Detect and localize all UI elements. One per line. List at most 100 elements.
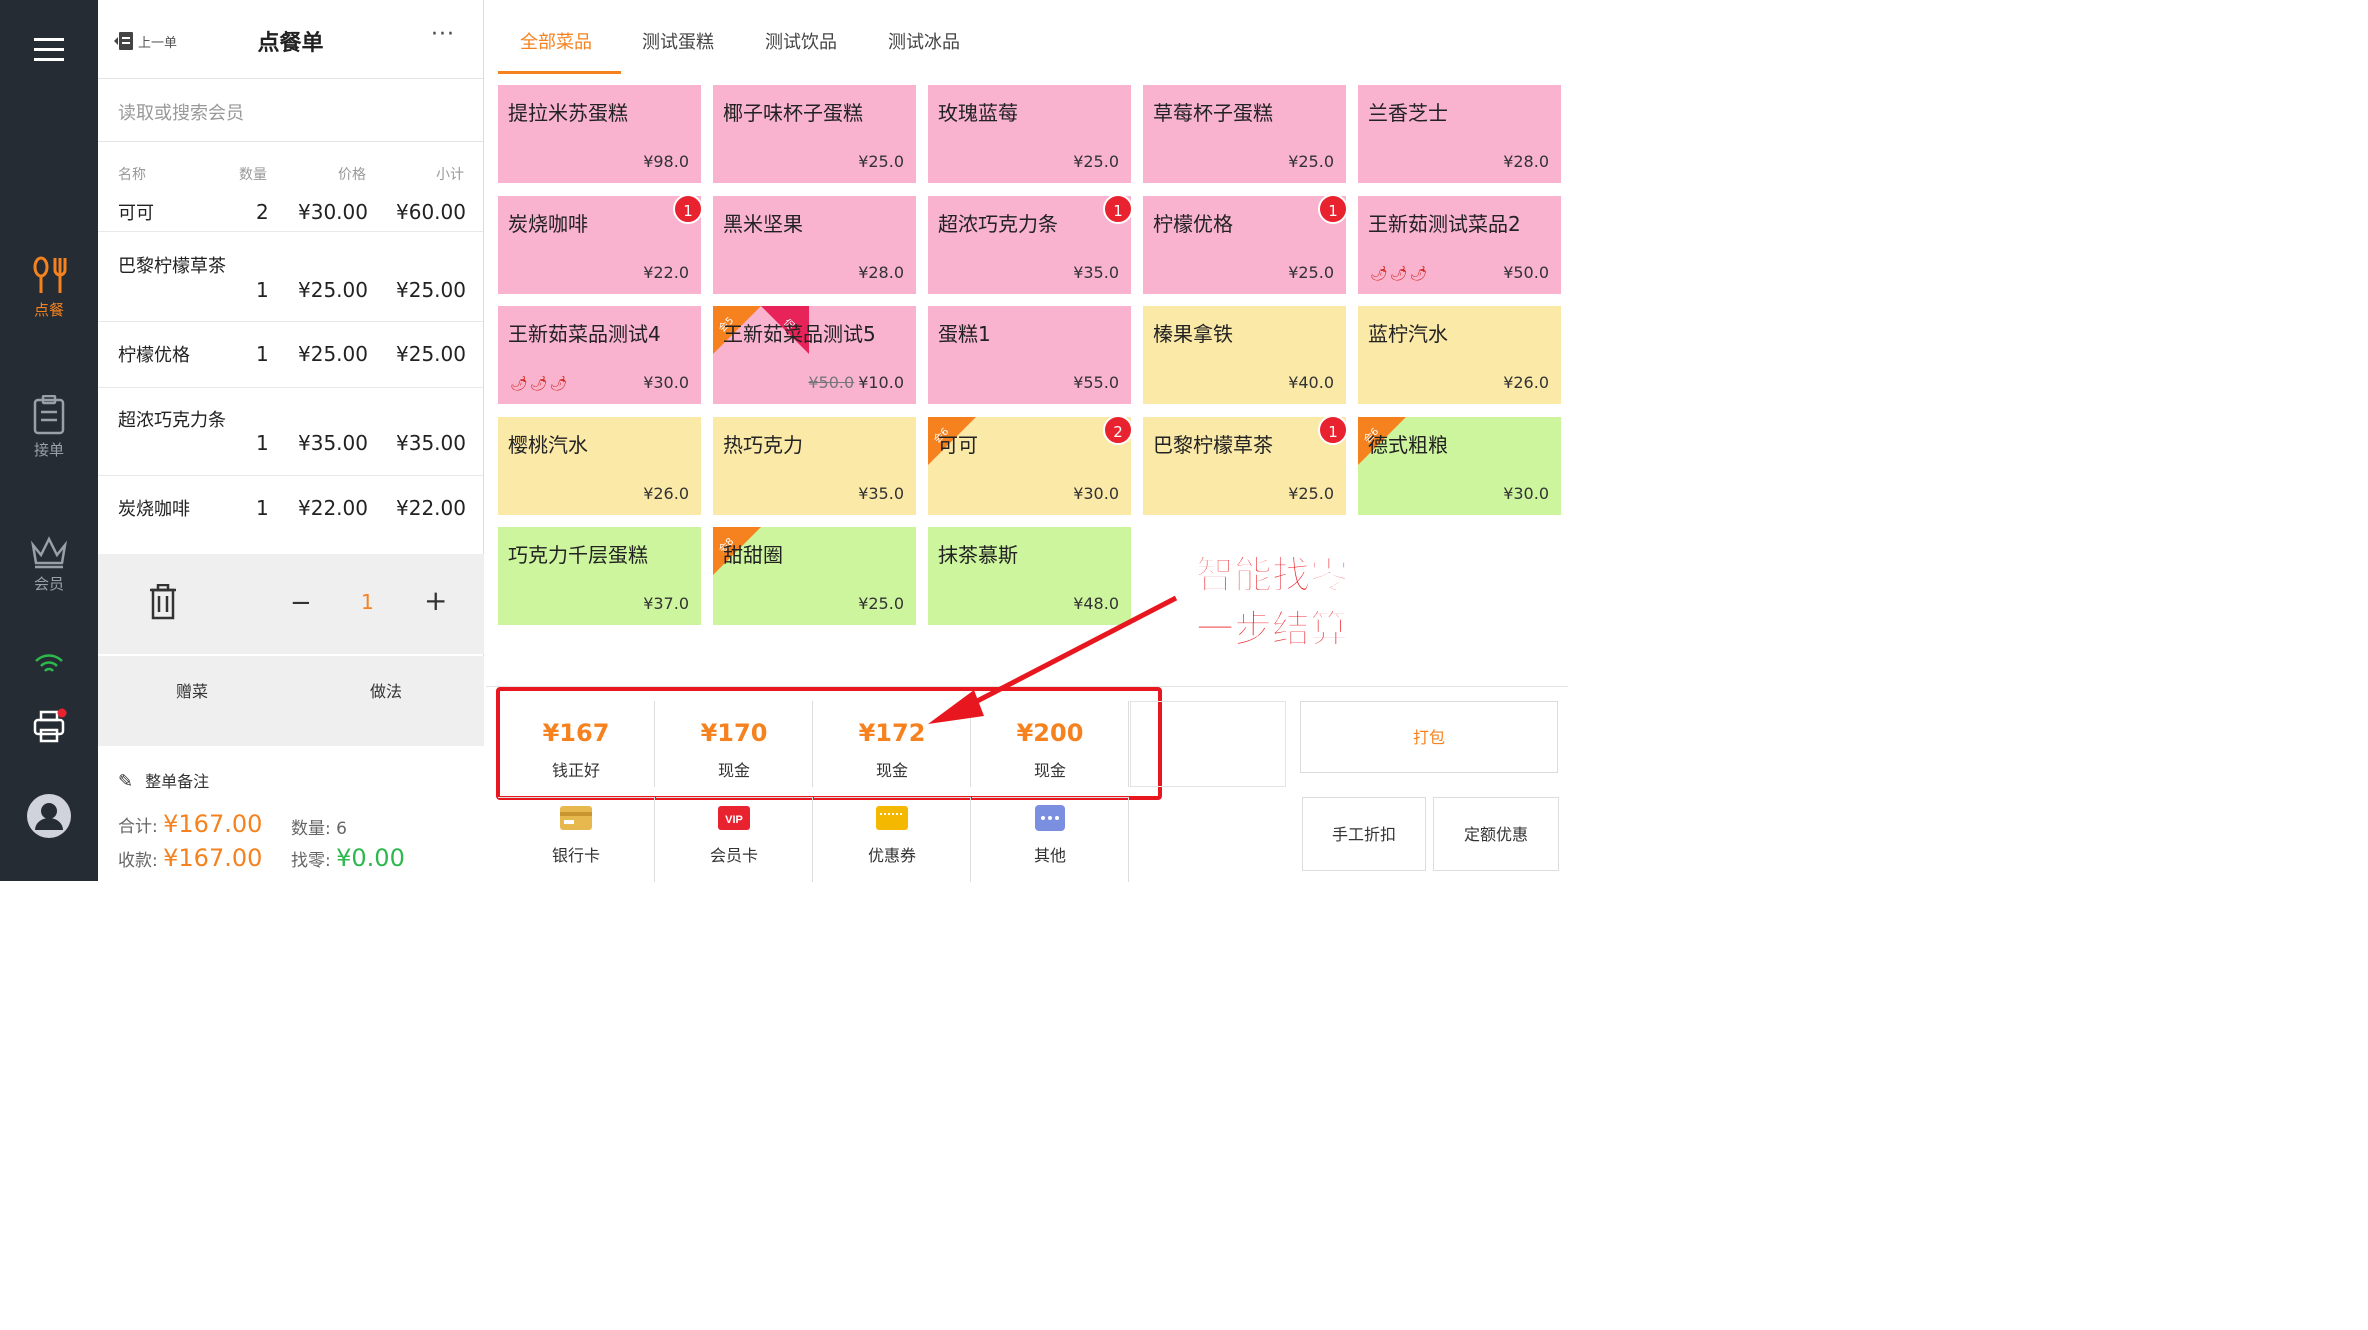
dish-card[interactable]: 巴黎柠檬草茶 ¥25.0 1 bbox=[1143, 415, 1348, 515]
clipboard-icon bbox=[33, 395, 65, 435]
order-row[interactable]: 可可 2 ¥30.00 ¥60.00 bbox=[98, 180, 483, 232]
order-remark-button[interactable]: ✎ 整单备注 bbox=[118, 768, 209, 792]
menu-panel: 全部菜品 测试蛋糕 测试饮品 测试冰品 提拉米苏蛋糕 ¥98.0 椰子味杯子蛋糕 ¥2… bbox=[486, 0, 1568, 882]
remark-label: 整单备注 bbox=[145, 772, 210, 791]
dish-price: ¥50.0 bbox=[1503, 263, 1549, 282]
dish-price: ¥26.0 bbox=[643, 484, 689, 503]
dish-card[interactable]: 蛋糕1 ¥55.0 bbox=[928, 306, 1131, 404]
dish-name: 热巧克力 bbox=[723, 433, 803, 457]
pay-bank-card[interactable]: 银行卡 bbox=[498, 797, 655, 882]
dish-price-value: ¥25.0 bbox=[1288, 152, 1334, 171]
dish-card[interactable]: 兰香芝士 ¥28.0 bbox=[1358, 85, 1561, 183]
dish-card[interactable]: 超浓巧克力条 ¥35.0 1 bbox=[928, 194, 1133, 294]
order-panel: 上一单 点餐单 ··· 读取或搜索会员 名称 数量 价格 小计 可可 2 ¥30… bbox=[98, 0, 484, 881]
sidebar-item-order[interactable]: 点餐 bbox=[0, 255, 98, 320]
pay-method-label: 银行卡 bbox=[551, 846, 600, 865]
tab-ice[interactable]: 测试冰品 bbox=[888, 28, 960, 54]
decrease-qty-button[interactable]: − bbox=[290, 588, 312, 618]
pay-other[interactable]: 其他 bbox=[972, 797, 1129, 882]
dish-name: 黑米坚果 bbox=[723, 212, 803, 236]
hamburger-icon bbox=[34, 38, 64, 61]
change-line: 找零: ¥0.00 bbox=[291, 844, 405, 872]
gift-item-button[interactable]: 赠菜 bbox=[176, 678, 208, 702]
more-options-button[interactable]: ··· bbox=[431, 22, 455, 47]
dish-price: ¥28.0 bbox=[1503, 152, 1549, 171]
order-row[interactable]: 柠檬优格 1 ¥25.00 ¥25.00 bbox=[98, 322, 483, 388]
dish-card[interactable]: 热巧克力 ¥35.0 bbox=[713, 417, 916, 515]
dish-card[interactable]: 玫瑰蓝莓 ¥25.0 bbox=[928, 85, 1131, 183]
chili-icon: 🌶🌶🌶 bbox=[510, 376, 570, 392]
dish-price-value: ¥25.0 bbox=[1288, 263, 1334, 282]
item-name: 巴黎柠檬草茶 bbox=[118, 256, 226, 277]
dish-name: 巧克力千层蛋糕 bbox=[508, 543, 648, 567]
tab-drink[interactable]: 测试饮品 bbox=[765, 28, 837, 54]
dish-card[interactable]: 樱桃汽水 ¥26.0 bbox=[498, 417, 701, 515]
order-row[interactable]: 炭烧咖啡 1 ¥22.00 ¥22.00 bbox=[98, 476, 483, 540]
left-sidebar: 点餐 接单 会员 bbox=[0, 0, 98, 881]
dish-card[interactable]: 蓝柠汽水 ¥26.0 bbox=[1358, 306, 1561, 404]
tab-all[interactable]: 全部菜品 bbox=[520, 28, 592, 54]
dish-card[interactable]: 炭烧咖啡 ¥22.0 1 bbox=[498, 194, 703, 294]
fixed-discount-button[interactable]: 定额优惠 bbox=[1433, 797, 1559, 871]
dish-card[interactable]: 王新茹测试菜品2 ¥50.0 🌶🌶🌶 bbox=[1358, 196, 1561, 294]
dish-card[interactable]: 会6 德式粗粮 ¥30.0 bbox=[1358, 417, 1561, 515]
item-name: 可可 bbox=[118, 203, 154, 224]
takeaway-button[interactable]: 打包 bbox=[1300, 701, 1558, 773]
dish-card[interactable]: 黑米坚果 ¥28.0 bbox=[713, 196, 916, 294]
dish-price-value: ¥26.0 bbox=[643, 484, 689, 503]
order-row[interactable]: 巴黎柠檬草茶 1 ¥25.00 ¥25.00 bbox=[98, 232, 483, 322]
cooking-method-button[interactable]: 做法 bbox=[370, 678, 402, 702]
dish-card[interactable]: 草莓杯子蛋糕 ¥25.0 bbox=[1143, 85, 1346, 183]
dish-card[interactable]: 会8 甜甜圈 ¥25.0 bbox=[713, 527, 916, 625]
total-line: 合计: ¥167.00 bbox=[118, 810, 262, 838]
dish-price-value: ¥30.0 bbox=[1503, 484, 1549, 503]
delete-item-button[interactable] bbox=[148, 583, 178, 624]
received-value: ¥167.00 bbox=[163, 844, 263, 872]
dish-card[interactable]: 巧克力千层蛋糕 ¥37.0 bbox=[498, 527, 701, 625]
item-qty: 2 bbox=[256, 200, 269, 224]
ordered-count-badge: 2 bbox=[1103, 415, 1133, 445]
dish-price-value: ¥25.0 bbox=[858, 594, 904, 613]
dish-price: ¥30.0 bbox=[1503, 484, 1549, 503]
dish-card[interactable]: 提拉米苏蛋糕 ¥98.0 bbox=[498, 85, 701, 183]
menu-toggle-button[interactable] bbox=[0, 36, 98, 64]
pay-member-card[interactable]: VIP 会员卡 bbox=[656, 797, 813, 882]
dish-name: 蓝柠汽水 bbox=[1368, 322, 1448, 346]
dish-price: ¥37.0 bbox=[643, 594, 689, 613]
item-subtotal: ¥25.00 bbox=[396, 278, 466, 302]
dish-card[interactable]: 榛果拿铁 ¥40.0 bbox=[1143, 306, 1346, 404]
change-value: ¥0.00 bbox=[336, 844, 405, 872]
tab-cake[interactable]: 测试蛋糕 bbox=[642, 28, 714, 54]
dish-price: ¥28.0 bbox=[858, 263, 904, 282]
dish-card[interactable]: 会6 可可 ¥30.0 2 bbox=[928, 415, 1133, 515]
dish-name: 炭烧咖啡 bbox=[508, 212, 588, 236]
dish-name: 柠檬优格 bbox=[1153, 212, 1233, 236]
order-title: 点餐单 bbox=[257, 31, 324, 56]
printer-button[interactable] bbox=[0, 708, 98, 744]
manual-discount-button[interactable]: 手工折扣 bbox=[1302, 797, 1426, 871]
dish-name: 樱桃汽水 bbox=[508, 433, 588, 457]
pay-coupon[interactable]: 优惠券 bbox=[814, 797, 971, 882]
dish-card[interactable]: 会5 促王新茹菜品测试5 ¥50.0 ¥10.0 bbox=[713, 306, 916, 404]
order-row[interactable]: 超浓巧克力条 1 ¥35.00 ¥35.00 bbox=[98, 388, 483, 476]
member-search-input[interactable]: 读取或搜索会员 bbox=[98, 79, 483, 142]
sidebar-item-orders[interactable]: 接单 bbox=[0, 395, 98, 460]
dish-price: ¥25.0 bbox=[1288, 263, 1334, 282]
sidebar-item-member[interactable]: 会员 bbox=[0, 535, 98, 594]
dish-card[interactable]: 王新茹菜品测试4 ¥30.0 🌶🌶🌶 bbox=[498, 306, 701, 404]
utensils-icon bbox=[33, 256, 67, 293]
item-price: ¥25.00 bbox=[298, 342, 368, 366]
pay-method-label: 其他 bbox=[1033, 846, 1066, 865]
dish-price: ¥40.0 bbox=[1288, 373, 1334, 392]
user-avatar[interactable] bbox=[0, 794, 98, 838]
dish-price-value: ¥30.0 bbox=[643, 373, 689, 392]
dish-card[interactable]: 柠檬优格 ¥25.0 1 bbox=[1143, 194, 1348, 294]
dish-card[interactable]: 椰子味杯子蛋糕 ¥25.0 bbox=[713, 85, 916, 183]
item-price: ¥25.00 bbox=[298, 278, 368, 302]
dish-old-price: ¥50.0 bbox=[808, 373, 855, 392]
change-label: 找零: bbox=[291, 851, 331, 871]
increase-qty-button[interactable]: + bbox=[424, 584, 447, 617]
dish-price: ¥50.0 ¥10.0 bbox=[808, 373, 904, 392]
dish-name: 超浓巧克力条 bbox=[938, 212, 1058, 236]
chili-icon: 🌶🌶🌶 bbox=[1370, 266, 1430, 282]
